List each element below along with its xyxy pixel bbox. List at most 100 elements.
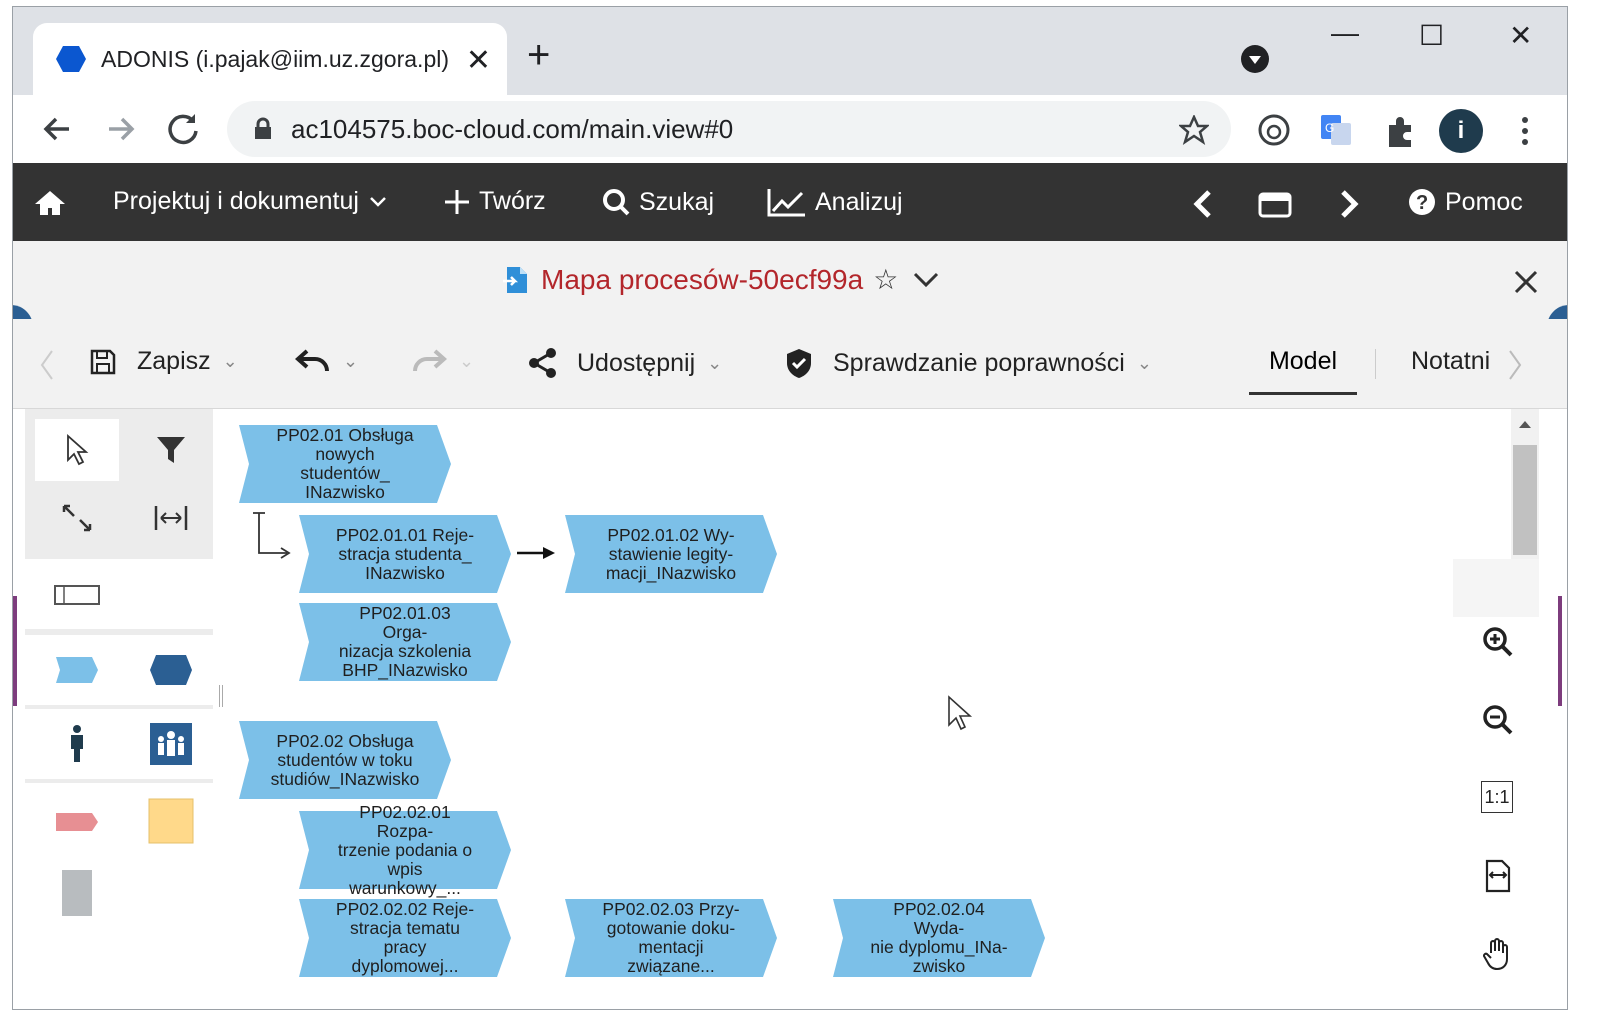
chevron-down-icon[interactable]: ⌄ — [223, 351, 238, 372]
process-shape[interactable] — [35, 645, 119, 695]
subprocess-connector — [253, 512, 287, 554]
process-PP02-02-03[interactable]: PP02.02.03 Przy-gotowanie doku-mentacji … — [565, 899, 777, 977]
address-bar[interactable]: ac104575.boc-cloud.com/main.view#0 — [227, 101, 1231, 157]
redo-button[interactable]: ⌄ — [411, 347, 474, 375]
actual-size-button[interactable]: 1:1 — [1481, 781, 1513, 813]
process-PP02-02-02[interactable]: PP02.02.02 Reje-stracja tematu pracy dypl… — [299, 899, 511, 977]
fit-page-button[interactable] — [1481, 859, 1515, 893]
back-icon[interactable] — [39, 111, 75, 147]
save-button[interactable]: Zapisz ⌄ — [89, 347, 238, 376]
tab-notes[interactable]: Notatni — [1411, 347, 1490, 376]
filter-button[interactable] — [129, 419, 213, 481]
scroll-up-icon[interactable] — [1518, 419, 1532, 429]
zoom-in-button[interactable] — [1481, 625, 1515, 659]
close-model-icon[interactable] — [1513, 269, 1539, 295]
process-PP02-01-01[interactable]: PP02.01.01 Reje-stracja studenta_ INazwis… — [299, 515, 511, 593]
zoom-out-icon — [1483, 705, 1513, 735]
new-tab-button[interactable]: + — [527, 35, 550, 75]
home-icon[interactable] — [33, 189, 67, 217]
chevron-down-icon[interactable]: ⌄ — [1137, 353, 1152, 374]
plus-icon — [445, 189, 469, 214]
url-text[interactable]: ac104575.boc-cloud.com/main.view#0 — [291, 114, 733, 145]
chevron-right-icon[interactable] — [1337, 189, 1361, 219]
design-menu-label: Projektuj i dokumentuj — [113, 187, 359, 215]
process-PP02-01[interactable]: PP02.01 Obsługa nowych studentów_ INazwisk… — [239, 425, 451, 503]
shape-label-line: PP02.02.01 Rozpa- — [359, 801, 451, 841]
chevron-left-icon[interactable] — [1191, 189, 1215, 219]
window-switch-icon[interactable] — [1257, 191, 1293, 219]
profile-avatar[interactable]: i — [1439, 109, 1483, 153]
shield-check-icon — [787, 349, 811, 378]
validation-label: Sprawdzanie poprawności — [833, 348, 1125, 377]
svg-text:?: ? — [1416, 192, 1428, 214]
swimlane-shape[interactable] — [35, 573, 119, 617]
swimlane-horizontal-icon — [54, 585, 100, 605]
shape-label-line: BHP_INazwisko — [342, 660, 468, 680]
person-icon — [71, 725, 83, 762]
validation-button[interactable]: Sprawdzanie poprawności ⌄ — [785, 347, 1152, 379]
process-PP02-02[interactable]: PP02.02 Obsługa studentów w toku studiów_I… — [239, 721, 451, 799]
extensions-puzzle-icon[interactable] — [1383, 115, 1417, 149]
palette-splitter[interactable] — [219, 685, 223, 707]
tab-close-icon[interactable]: ✕ — [466, 43, 491, 78]
chevron-down-icon[interactable]: ⌄ — [459, 351, 474, 372]
search-button[interactable]: Szukaj — [601, 187, 714, 217]
process-PP02-02-01[interactable]: PP02.02.01 Rozpa-trzenie podania o wpis w… — [299, 802, 511, 897]
annotation-tag-shape[interactable] — [35, 797, 119, 847]
note-shape[interactable] — [129, 793, 213, 849]
minimize-button[interactable]: — — [1331, 17, 1359, 49]
process-PP02-01-03[interactable]: PP02.01.03 Orga-nizacja szkolenia BHP_INa… — [299, 603, 511, 681]
help-label: Pomoc — [1445, 187, 1523, 216]
share-label: Udostępnij — [577, 348, 696, 377]
shape-label-line: nie dyplomu_INa- — [870, 937, 1008, 957]
select-tool-button[interactable] — [35, 419, 119, 481]
browser-menu-icon[interactable] — [1519, 115, 1531, 147]
process-PP02-02-04[interactable]: PP02.02.04 Wyda-nie dyplomu_INa-zwisko — [833, 899, 1045, 977]
group-shape[interactable] — [35, 865, 119, 921]
shape-label-line: zwisko — [912, 956, 966, 976]
google-translate-icon[interactable]: G — [1319, 113, 1353, 147]
process-PP02-01-02[interactable]: PP02.01.02 Wy-stawienie legity-macji_INa… — [565, 515, 777, 593]
spacing-tool-button[interactable] — [129, 487, 213, 549]
share-button[interactable]: Udostępnij ⌄ — [527, 347, 722, 379]
pan-tool-button[interactable] — [1481, 937, 1515, 971]
help-button[interactable]: ? Pomoc — [1407, 187, 1523, 217]
reload-icon[interactable] — [165, 111, 201, 147]
extension-headset-icon[interactable] — [1257, 113, 1291, 147]
model-canvas[interactable]: PP02.01 Obsługa nowych studentów_ INazwisk… — [227, 409, 1511, 1009]
tab-search-icon[interactable] — [1241, 45, 1269, 73]
chevron-down-icon[interactable]: ⌄ — [343, 351, 358, 372]
toolbar-scroll-right-icon[interactable] — [1507, 349, 1523, 381]
zoom-out-button[interactable] — [1481, 703, 1515, 737]
main-process-shape[interactable] — [129, 645, 213, 695]
scrollbar-thumb[interactable] — [1513, 445, 1537, 555]
vertical-scrollbar[interactable] — [1511, 409, 1539, 559]
shape-label-line: PP02.01.01 Reje- — [335, 524, 475, 545]
cursor-arrow-icon — [67, 434, 89, 466]
svg-text:G: G — [1325, 121, 1334, 135]
toolbar-scroll-left-icon[interactable] — [39, 349, 55, 381]
shape-label-line: macji_INazwisko — [605, 562, 737, 583]
maximize-button[interactable]: ☐ — [1419, 19, 1444, 52]
connect-tool-button[interactable] — [35, 487, 119, 549]
design-document-menu[interactable]: Projektuj i dokumentuj — [113, 187, 395, 216]
lock-icon[interactable] — [253, 117, 273, 141]
chart-trend-icon — [767, 189, 805, 217]
bookmark-star-icon[interactable] — [1179, 115, 1209, 145]
close-window-button[interactable]: ✕ — [1509, 19, 1532, 52]
tab-model[interactable]: Model — [1249, 347, 1357, 395]
performer-shape[interactable] — [35, 719, 119, 769]
shape-label-line: studiów_INazwisko — [270, 768, 420, 789]
shape-label-line: PP02.02.04 Wyda- — [893, 899, 985, 938]
forward-icon[interactable] — [103, 111, 139, 147]
browser-tab[interactable]: ADONIS (i.pajak@iim.uz.zgora.pl) ✕ — [33, 23, 507, 95]
organizational-unit-shape[interactable] — [129, 719, 213, 769]
create-button[interactable]: Twórz — [443, 187, 546, 216]
chevron-down-icon[interactable]: ⌄ — [707, 353, 722, 374]
favorite-star-icon[interactable]: ☆ — [873, 263, 898, 296]
undo-button[interactable]: ⌄ — [295, 347, 358, 375]
model-title[interactable]: Mapa procesów-50ecf99a ☆ — [501, 263, 940, 296]
tab-strip: ADONIS (i.pajak@iim.uz.zgora.pl) ✕ + — ☐… — [13, 7, 1567, 95]
chevron-down-icon[interactable] — [912, 271, 940, 289]
analyze-button[interactable]: Analizuj — [767, 187, 903, 217]
